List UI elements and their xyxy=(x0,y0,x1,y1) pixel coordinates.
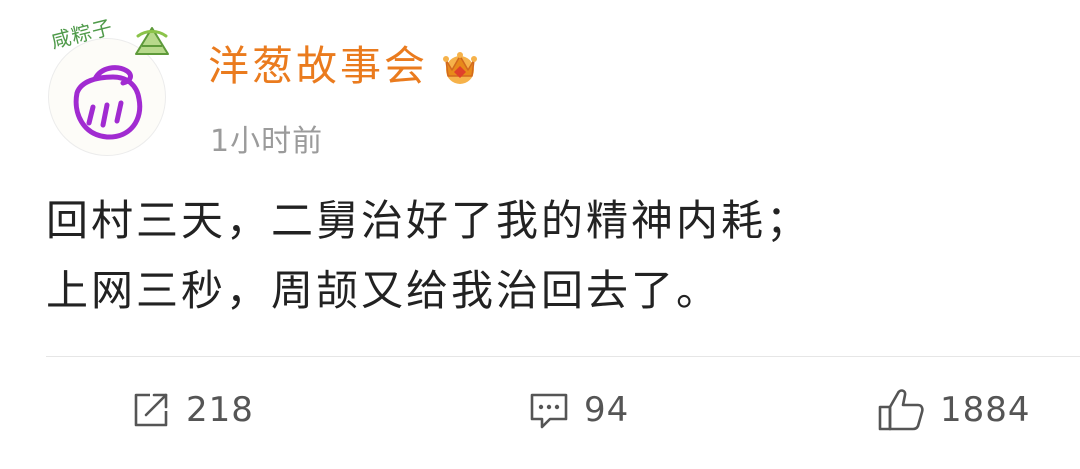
username-row: 洋葱故事会 xyxy=(208,40,482,92)
avatar-container[interactable]: 咸粽子 xyxy=(44,14,174,156)
thumbs-up-icon xyxy=(878,389,924,431)
content-line: 上网三秒，周颉又给我治回去了。 xyxy=(46,266,722,315)
like-button[interactable]: 1884 xyxy=(876,380,1031,440)
weibo-post-card: 咸粽子 洋葱故事会 1小时前 回村三天，二舅治好了我的精神内耗； 上网三秒，周颉… xyxy=(0,0,1080,469)
content-line: 回村三天，二舅治好了我的精神内耗； xyxy=(46,196,812,245)
username-link[interactable]: 洋葱故事会 xyxy=(208,40,428,92)
pendant-label: 咸粽子 xyxy=(48,14,116,54)
repost-button[interactable]: 218 xyxy=(130,380,254,440)
repost-count: 218 xyxy=(186,390,254,430)
comment-button[interactable]: 94 xyxy=(528,380,629,440)
zongzi-icon xyxy=(135,27,169,55)
post-timestamp[interactable]: 1小时前 xyxy=(210,116,323,160)
repost-icon xyxy=(134,393,168,427)
avatar-pendant: 咸粽子 xyxy=(44,14,174,74)
like-count: 1884 xyxy=(940,390,1031,430)
divider xyxy=(46,356,1080,357)
comment-count: 94 xyxy=(584,390,630,430)
comment-icon xyxy=(530,393,568,429)
post-content: 回村三天，二舅治好了我的精神内耗； 上网三秒，周颉又给我治回去了。 xyxy=(46,186,1046,326)
crown-icon[interactable] xyxy=(438,44,482,88)
